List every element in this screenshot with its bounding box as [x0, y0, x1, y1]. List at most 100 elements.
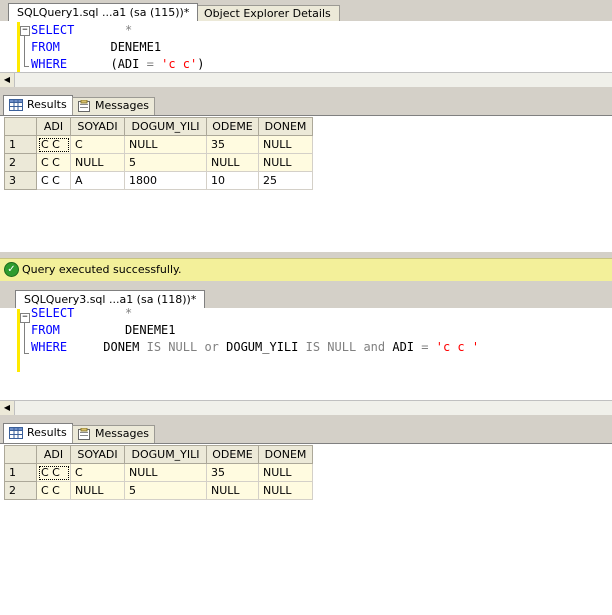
table-row: 1 C C C NULL 35 NULL	[4, 135, 313, 154]
grid-cell[interactable]: C	[70, 463, 125, 482]
fold-line	[24, 36, 25, 67]
results-grid-2[interactable]: ADI SOYADI DOGUM_YILI ODEME DONEM 1 C C …	[4, 445, 313, 500]
row-number[interactable]: 2	[4, 153, 37, 172]
column-header[interactable]: ODEME	[206, 445, 259, 464]
grid-cell[interactable]: NULL	[206, 481, 259, 500]
keyword: FROM	[31, 323, 60, 337]
operator: and	[363, 340, 386, 354]
identifier: )	[197, 57, 205, 71]
code-line-3: WHERE (ADI = 'c c')	[31, 56, 204, 73]
tab-messages[interactable]: Messages	[72, 425, 155, 443]
row-number[interactable]: 1	[4, 463, 37, 482]
grid-cell[interactable]: 25	[258, 171, 313, 190]
tab-messages-label: Messages	[95, 99, 149, 112]
string-literal: 'c c '	[435, 340, 480, 354]
identifier: DENEME1	[110, 40, 162, 54]
grid-header-row: ADI SOYADI DOGUM_YILI ODEME DONEM	[4, 445, 313, 464]
grid-cell[interactable]: NULL	[206, 153, 259, 172]
table-row: 1 C C C NULL 35 NULL	[4, 463, 313, 482]
query-editor-2[interactable]: − SELECT * FROM DENEME1 WHERE DONEM IS N…	[0, 306, 612, 400]
editor-tabstrip-2: SQLQuery3.sql ...a1 (sa (118))*	[0, 287, 612, 309]
column-header[interactable]: SOYADI	[70, 117, 125, 136]
operator: *	[124, 23, 133, 37]
grid-corner[interactable]	[4, 445, 37, 464]
grid-cell[interactable]: NULL	[258, 481, 313, 500]
code-line-3: WHERE DONEM IS NULL or DOGUM_YILI IS NUL…	[31, 339, 479, 356]
grid-cell[interactable]: NULL	[124, 463, 207, 482]
tab-results[interactable]: Results	[3, 423, 73, 443]
fold-line-end	[24, 353, 29, 354]
grid-cell[interactable]: NULL	[258, 153, 313, 172]
grid-header-row: ADI SOYADI DOGUM_YILI ODEME DONEM	[4, 117, 313, 136]
keyword: SELECT	[31, 23, 75, 37]
grid-cell[interactable]: C C	[36, 153, 71, 172]
results-tabbar-2: Results Messages	[0, 421, 612, 444]
row-number[interactable]: 3	[4, 171, 37, 190]
column-header[interactable]: ADI	[36, 445, 71, 464]
results-grid-area-2: ADI SOYADI DOGUM_YILI ODEME DONEM 1 C C …	[0, 444, 612, 615]
fold-collapse-icon[interactable]: −	[20, 26, 30, 36]
grid-cell[interactable]: C C	[36, 171, 71, 190]
grid-cell[interactable]: 1800	[124, 171, 207, 190]
column-header[interactable]: DOGUM_YILI	[124, 117, 207, 136]
identifier: DONEM	[103, 340, 140, 354]
keyword: WHERE	[31, 340, 68, 354]
column-header[interactable]: ODEME	[206, 117, 259, 136]
operator: IS	[146, 340, 162, 354]
column-header[interactable]: DONEM	[258, 117, 313, 136]
scroll-left-arrow-icon[interactable]: ◀	[0, 73, 15, 87]
results-grid-1[interactable]: ADI SOYADI DOGUM_YILI ODEME DONEM 1 C C …	[4, 117, 313, 190]
column-header[interactable]: DONEM	[258, 445, 313, 464]
grid-cell[interactable]: C C	[36, 135, 71, 154]
table-row: 2 C C NULL 5 NULL NULL	[4, 481, 313, 500]
grid-cell[interactable]: 35	[206, 463, 259, 482]
scroll-left-arrow-icon[interactable]: ◀	[0, 401, 15, 415]
column-header[interactable]: DOGUM_YILI	[124, 445, 207, 464]
editor-horizontal-scrollbar[interactable]: ◀	[0, 72, 612, 88]
operator: IS	[305, 340, 321, 354]
tab-object-explorer-details[interactable]: Object Explorer Details	[195, 5, 340, 21]
code-line-1: SELECT *	[31, 22, 132, 39]
tab-sqlquery3[interactable]: SQLQuery3.sql ...a1 (sa (118))*	[15, 290, 206, 308]
query-editor-1[interactable]: − SELECT * FROM DENEME1 WHERE (ADI = 'c …	[0, 21, 612, 73]
code-line-2: FROM DENEME1	[31, 39, 161, 56]
editor-horizontal-scrollbar[interactable]: ◀	[0, 400, 612, 416]
grid-cell[interactable]: NULL	[70, 153, 125, 172]
fold-collapse-icon[interactable]: −	[20, 313, 30, 323]
grid-cell[interactable]: 5	[124, 481, 207, 500]
code-line-2: FROM DENEME1	[31, 322, 176, 339]
grid-cell[interactable]: C	[70, 135, 125, 154]
grid-cell[interactable]: 35	[206, 135, 259, 154]
table-row: 2 C C NULL 5 NULL NULL	[4, 153, 313, 172]
grid-cell[interactable]: A	[70, 171, 125, 190]
tab-sqlquery1[interactable]: SQLQuery1.sql ...a1 (sa (115))*	[8, 3, 199, 21]
column-header[interactable]: SOYADI	[70, 445, 125, 464]
tab-results-label: Results	[27, 426, 67, 439]
tab-results[interactable]: Results	[3, 95, 73, 115]
keyword: FROM	[31, 40, 60, 54]
column-header[interactable]: ADI	[36, 117, 71, 136]
grid-cell[interactable]: 5	[124, 153, 207, 172]
results-tabbar-1: Results Messages	[0, 93, 612, 116]
operator: NULL	[168, 340, 198, 354]
keyword: WHERE	[31, 57, 68, 71]
grid-cell[interactable]: C C	[36, 463, 71, 482]
operator: =	[421, 340, 429, 354]
grid-cell[interactable]: NULL	[70, 481, 125, 500]
row-number[interactable]: 2	[4, 481, 37, 500]
grid-cell[interactable]: NULL	[258, 135, 313, 154]
operator: =	[146, 57, 154, 71]
grid-cell[interactable]: 10	[206, 171, 259, 190]
grid-cell[interactable]: NULL	[258, 463, 313, 482]
row-number[interactable]: 1	[4, 135, 37, 154]
grid-cell[interactable]: C C	[36, 481, 71, 500]
grid-cell[interactable]: NULL	[124, 135, 207, 154]
status-bar: ✓ Query executed successfully.	[0, 258, 612, 282]
identifier: (ADI	[110, 57, 140, 71]
tab-messages-label: Messages	[95, 427, 149, 440]
tab-results-label: Results	[27, 98, 67, 111]
messages-icon	[78, 428, 90, 440]
grid-corner[interactable]	[4, 117, 37, 136]
results-grid-area-1: ADI SOYADI DOGUM_YILI ODEME DONEM 1 C C …	[0, 116, 612, 252]
tab-messages[interactable]: Messages	[72, 97, 155, 115]
